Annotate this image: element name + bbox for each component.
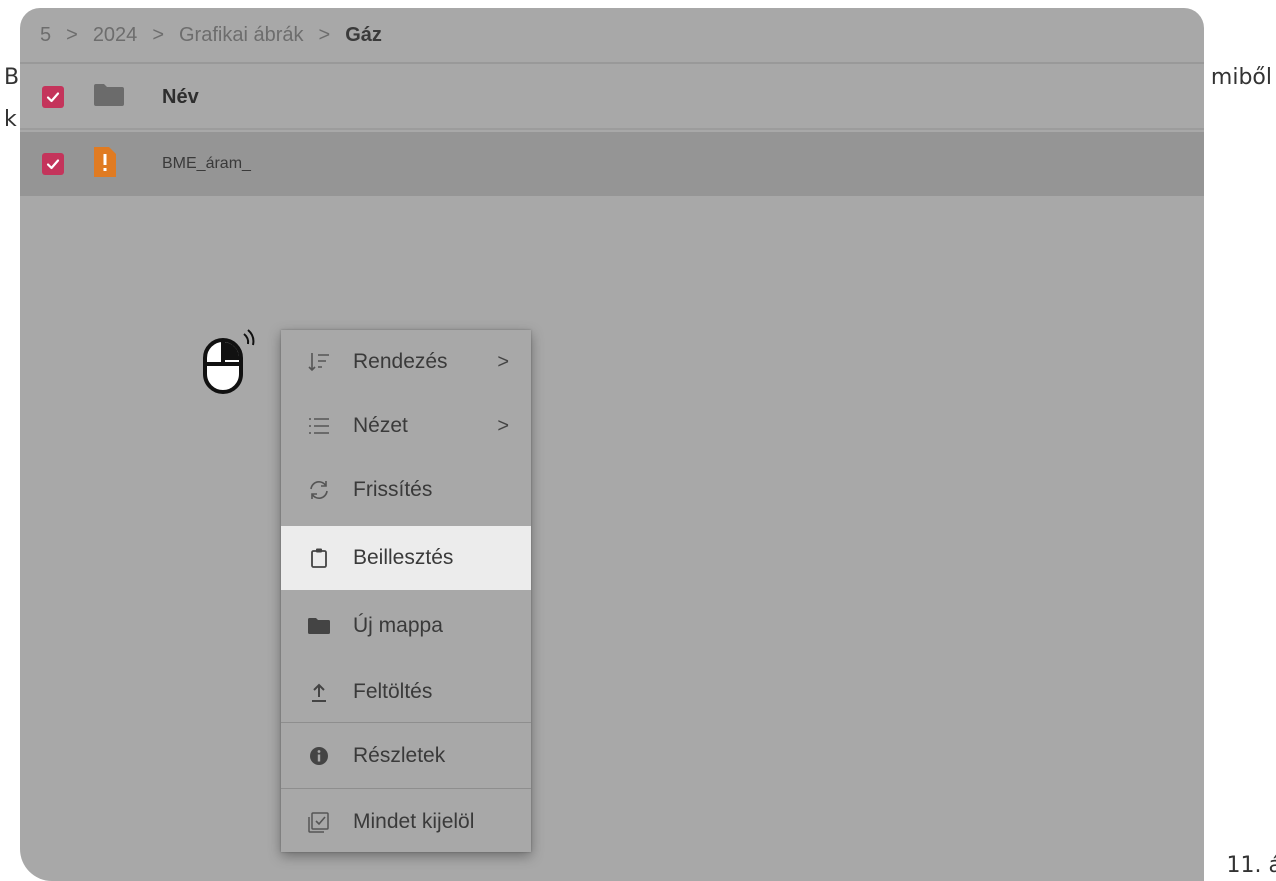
- divider: [20, 128, 1204, 130]
- menu-item-sort[interactable]: Rendezés >: [281, 330, 531, 394]
- menu-item-label: Rendezés: [353, 350, 448, 373]
- refresh-icon: [307, 478, 331, 502]
- right-click-mouse-icon: [203, 329, 255, 394]
- folder-icon: [94, 83, 124, 111]
- file-manager-window: 5 > 2024 > Grafikai ábrák > Gáz Név BME_…: [20, 8, 1204, 881]
- breadcrumb-separator: >: [66, 23, 78, 46]
- breadcrumb-item[interactable]: 5: [40, 24, 51, 47]
- menu-divider: [281, 722, 531, 723]
- row-checkbox[interactable]: [42, 153, 64, 175]
- check-icon: [46, 159, 60, 170]
- check-icon: [46, 92, 60, 103]
- menu-item-refresh[interactable]: Frissítés: [281, 458, 531, 522]
- folder-icon: [307, 614, 331, 638]
- menu-item-label: Feltöltés: [353, 680, 433, 703]
- info-icon: [307, 744, 331, 768]
- submenu-arrow-icon: >: [497, 414, 509, 437]
- submenu-arrow-icon: >: [497, 350, 509, 373]
- menu-item-upload[interactable]: Feltöltés: [281, 660, 531, 724]
- breadcrumb-separator: >: [318, 23, 331, 46]
- name-column-header[interactable]: Név: [162, 86, 199, 109]
- file-row[interactable]: BME_áram_: [20, 132, 1204, 196]
- list-view-icon: [307, 414, 331, 438]
- menu-item-label: Nézet: [353, 414, 408, 437]
- clipboard-icon: [307, 546, 331, 570]
- list-header-row: Név: [20, 66, 1204, 128]
- breadcrumb-item[interactable]: 2024: [93, 24, 138, 47]
- document-text-fragment: miből: [1210, 65, 1272, 90]
- upload-icon: [307, 680, 331, 704]
- context-menu: Rendezés > Nézet > Frissítés Beillesztés: [281, 330, 531, 852]
- select-all-checkbox[interactable]: [42, 86, 64, 108]
- menu-item-paste[interactable]: Beillesztés: [281, 526, 531, 590]
- document-text-fragment: B: [4, 65, 20, 90]
- document-text-fragment: k: [4, 107, 17, 132]
- menu-item-details[interactable]: Részletek: [281, 724, 531, 788]
- divider: [20, 62, 1204, 64]
- menu-item-select-all[interactable]: Mindet kijelöl: [281, 790, 531, 854]
- menu-item-label: Részletek: [353, 744, 446, 767]
- menu-item-label: Beillesztés: [353, 546, 454, 569]
- breadcrumb-item[interactable]: Grafikai ábrák: [179, 24, 304, 47]
- menu-item-new-folder[interactable]: Új mappa: [281, 594, 531, 658]
- sort-icon: [307, 350, 331, 374]
- select-all-icon: [307, 810, 331, 834]
- figure-caption-fragment: 11. á: [1226, 853, 1276, 878]
- menu-item-view[interactable]: Nézet >: [281, 394, 531, 458]
- menu-divider: [281, 788, 531, 789]
- menu-item-label: Frissítés: [353, 478, 433, 501]
- warning-file-icon: [94, 146, 116, 182]
- breadcrumb-separator: >: [152, 23, 164, 46]
- menu-item-label: Mindet kijelöl: [353, 810, 475, 833]
- breadcrumb: 5 > 2024 > Grafikai ábrák > Gáz: [20, 8, 1204, 62]
- file-name[interactable]: BME_áram_: [162, 155, 251, 173]
- breadcrumb-current: Gáz: [345, 23, 382, 46]
- menu-item-label: Új mappa: [353, 614, 443, 637]
